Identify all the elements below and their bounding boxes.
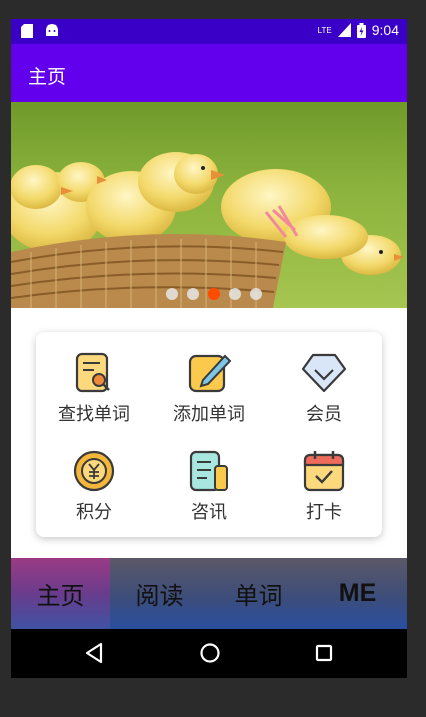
home-icon[interactable] <box>198 641 222 665</box>
carousel-dot[interactable] <box>166 288 178 300</box>
tab-words[interactable]: 单词 <box>209 558 308 629</box>
recents-icon[interactable] <box>313 641 335 665</box>
tab-me[interactable]: ME <box>308 558 407 629</box>
carousel-dot[interactable] <box>229 288 241 300</box>
lte-label: LTE <box>317 25 332 35</box>
menu-item-add-word[interactable]: 添加单词 <box>151 352 267 426</box>
carousel-dot-active[interactable] <box>208 288 220 300</box>
add-word-icon <box>188 354 231 393</box>
carousel-indicator <box>166 288 262 300</box>
vip-diamond-icon <box>301 353 347 393</box>
menu-item-label: 会员 <box>306 404 342 425</box>
menu-item-label: 添加单词 <box>173 404 245 425</box>
phone-screen: LTE 9:04 主页 查找单词 添加单词 会员 积分 咨讯 打卡 主页 阅读 … <box>11 19 407 678</box>
news-icon <box>189 450 228 492</box>
menu-item-label: 打卡 <box>306 502 342 523</box>
points-coin-icon <box>73 450 115 492</box>
system-nav-bar <box>11 629 407 678</box>
menu-item-news[interactable]: 咨讯 <box>151 450 267 524</box>
signal-icon <box>337 23 351 37</box>
banner-carousel[interactable] <box>11 102 407 308</box>
menu-item-label: 查找单词 <box>58 404 130 425</box>
sd-card-icon <box>21 24 33 38</box>
battery-icon <box>356 22 366 38</box>
menu-item-search-word[interactable]: 查找单词 <box>36 352 152 426</box>
search-word-icon <box>75 352 110 393</box>
status-bar: LTE 9:04 <box>11 19 407 44</box>
menu-item-vip[interactable]: 会员 <box>266 352 382 426</box>
menu-item-label: 咨讯 <box>191 502 227 523</box>
clock: 9:04 <box>371 22 399 38</box>
carousel-dot[interactable] <box>250 288 262 300</box>
carousel-dot[interactable] <box>187 288 199 300</box>
app-bar: 主页 <box>11 44 407 102</box>
feature-menu-card: 查找单词 添加单词 会员 积分 咨讯 打卡 <box>36 332 382 537</box>
tab-label: 主页 <box>36 582 85 610</box>
tab-label: ME <box>338 579 377 607</box>
menu-item-label: 积分 <box>76 502 112 523</box>
tab-label: 阅读 <box>135 582 184 610</box>
checkin-calendar-icon <box>303 451 345 492</box>
tab-home[interactable]: 主页 <box>11 558 110 629</box>
back-icon[interactable] <box>83 641 105 665</box>
page-title: 主页 <box>28 66 67 88</box>
tab-read[interactable]: 阅读 <box>110 558 209 629</box>
android-icon <box>46 24 58 36</box>
bottom-tab-bar: 主页 阅读 单词 ME <box>11 558 407 629</box>
menu-item-checkin[interactable]: 打卡 <box>266 450 382 524</box>
menu-item-points[interactable]: 积分 <box>36 450 152 524</box>
banner-image <box>11 152 404 308</box>
tab-label: 单词 <box>234 582 283 610</box>
